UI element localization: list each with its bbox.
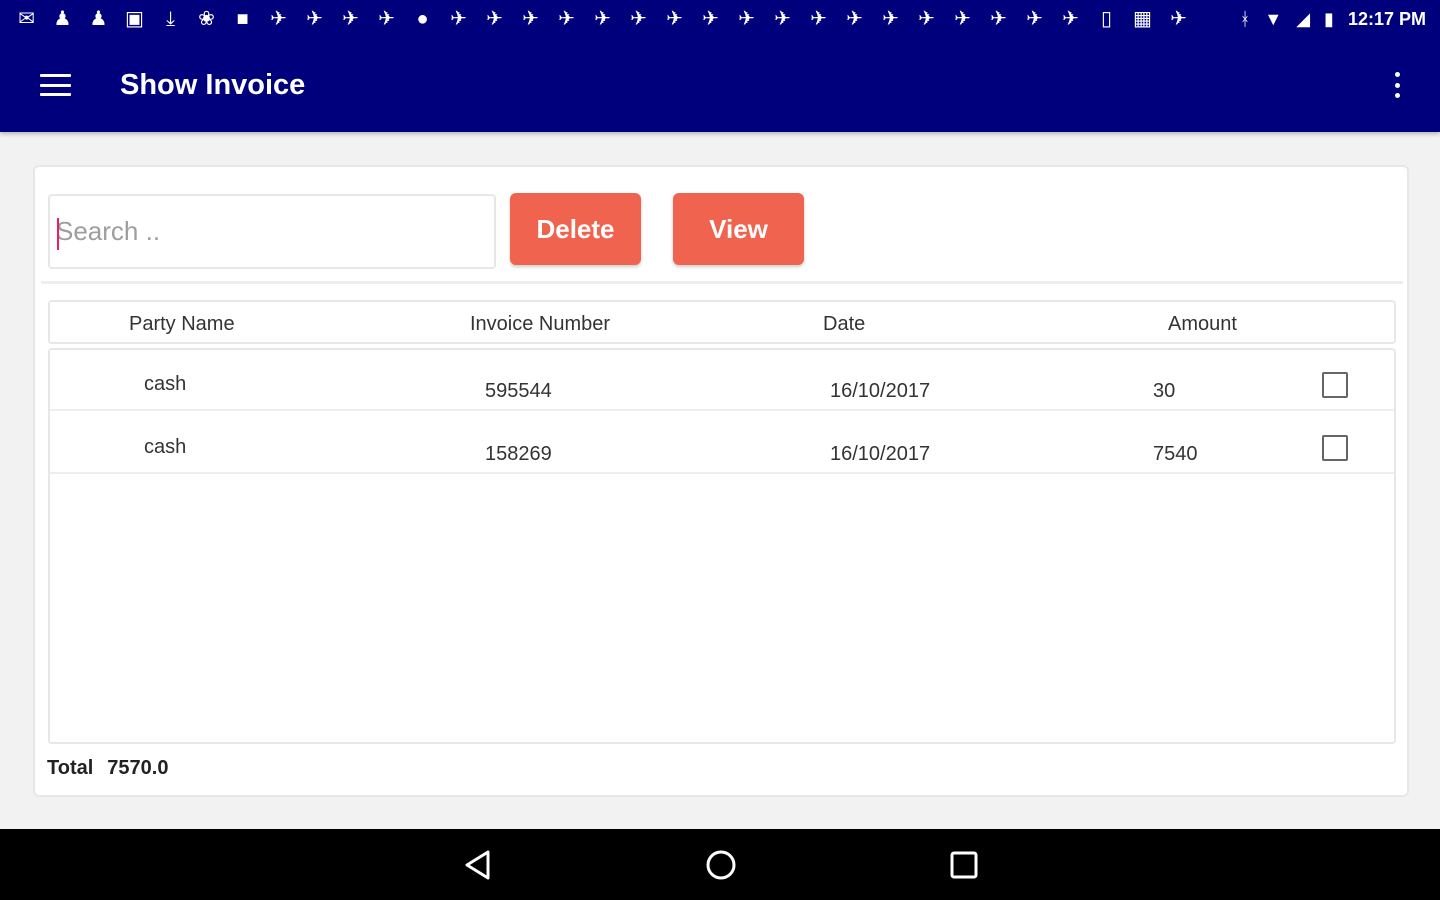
notification-icon: ✈ xyxy=(378,9,395,29)
row-select-checkbox[interactable] xyxy=(1322,435,1348,461)
cell-party-name: cash xyxy=(144,436,187,458)
app-bar: Show Invoice xyxy=(0,38,1440,132)
notification-icon: ✈ xyxy=(702,9,719,29)
navigation-bar xyxy=(0,829,1440,900)
notification-icon: ✈ xyxy=(666,9,683,29)
system-icons: ᚼ ▼ ◢ ▮ 12:17 PM xyxy=(1240,9,1426,30)
search-box[interactable] xyxy=(48,194,496,269)
text-caret xyxy=(57,218,59,250)
cell-amount: 7540 xyxy=(1153,443,1198,465)
home-icon[interactable] xyxy=(704,848,738,882)
notification-icon: ▣ xyxy=(125,9,144,29)
notification-icon: ✈ xyxy=(990,9,1007,29)
notification-icon: ✈ xyxy=(450,9,467,29)
notification-icon: ✈ xyxy=(306,9,323,29)
battery-icon: ▮ xyxy=(1324,8,1334,29)
notification-icon: ● xyxy=(416,9,429,29)
column-header-invoice-number: Invoice Number xyxy=(470,313,611,335)
column-header-amount: Amount xyxy=(1168,313,1237,335)
divider xyxy=(41,281,1403,284)
notification-icon: ♟ xyxy=(89,9,108,29)
cell-date: 16/10/2017 xyxy=(830,380,931,402)
notification-icon: ✈ xyxy=(630,9,647,29)
cell-invoice-number: 595544 xyxy=(485,380,552,402)
notification-icon: ✈ xyxy=(918,9,935,29)
overflow-menu-icon[interactable] xyxy=(1394,72,1400,98)
recent-apps-icon[interactable] xyxy=(949,850,979,880)
signal-icon: ◢ xyxy=(1296,8,1311,29)
notification-icon: ✈ xyxy=(846,9,863,29)
notification-icon: ✈ xyxy=(486,9,503,29)
total-summary: Total 7570.0 xyxy=(47,757,168,780)
invoice-card: Delete View Party Name Invoice Number Da… xyxy=(33,165,1409,797)
total-label: Total xyxy=(47,757,94,779)
notification-icon: ✈ xyxy=(594,9,611,29)
delete-button[interactable]: Delete xyxy=(510,193,641,265)
notification-icon: ✈ xyxy=(954,9,971,29)
notification-icon: ✈ xyxy=(774,9,791,29)
search-input[interactable] xyxy=(50,196,494,267)
notification-icon: ✈ xyxy=(558,9,575,29)
cell-invoice-number: 158269 xyxy=(485,443,552,465)
hamburger-menu-icon[interactable] xyxy=(40,74,71,96)
row-select-checkbox[interactable] xyxy=(1322,372,1348,398)
notification-icon: ✉ xyxy=(18,9,35,29)
column-header-date: Date xyxy=(823,313,866,335)
back-icon[interactable] xyxy=(463,849,493,881)
invoice-list: cash 595544 16/10/2017 30 cash 158269 16… xyxy=(48,348,1396,744)
status-bar: ✉ ♟ ♟ ▣ ⤓ ❀ ■ ✈ ✈ ✈ ✈ ● ✈ ✈ ✈ ✈ ✈ ✈ ✈ ✈ … xyxy=(0,0,1440,38)
notification-icon: ✈ xyxy=(270,9,287,29)
cell-party-name: cash xyxy=(144,373,187,395)
cell-date: 16/10/2017 xyxy=(830,443,931,465)
notification-icon: ✈ xyxy=(810,9,827,29)
notification-icon: ♟ xyxy=(53,9,72,29)
cell-amount: 30 xyxy=(1153,380,1176,402)
notification-icon: ✈ xyxy=(1026,9,1043,29)
notification-icon: ▯ xyxy=(1100,9,1112,29)
wifi-icon: ▼ xyxy=(1264,8,1283,29)
page-title: Show Invoice xyxy=(120,68,306,101)
notification-icon: ✈ xyxy=(342,9,359,29)
notification-icon: ✈ xyxy=(738,9,755,29)
bluetooth-icon: ᚼ xyxy=(1239,8,1251,29)
notification-icon: ❀ xyxy=(198,9,215,29)
notification-icon: ⤓ xyxy=(166,9,175,29)
table-header: Party Name Invoice Number Date Amount xyxy=(48,300,1396,344)
column-header-party-name: Party Name xyxy=(129,313,235,335)
notification-icon: ✈ xyxy=(1170,9,1187,29)
notification-icon: ✈ xyxy=(1062,9,1079,29)
view-button[interactable]: View xyxy=(673,193,804,265)
total-value: 7570.0 xyxy=(107,757,169,779)
status-clock: 12:17 PM xyxy=(1347,8,1426,29)
table-row[interactable]: cash 158269 16/10/2017 7540 xyxy=(50,413,1394,474)
table-row[interactable]: cash 595544 16/10/2017 30 xyxy=(50,350,1394,411)
notification-icon: ✈ xyxy=(522,9,539,29)
notification-icons: ✉ ♟ ♟ ▣ ⤓ ❀ ■ ✈ ✈ ✈ ✈ ● ✈ ✈ ✈ ✈ ✈ ✈ ✈ ✈ … xyxy=(14,9,1240,29)
notification-icon: ▦ xyxy=(1133,9,1152,29)
notification-icon: ✈ xyxy=(882,9,899,29)
notification-icon: ■ xyxy=(236,9,249,29)
